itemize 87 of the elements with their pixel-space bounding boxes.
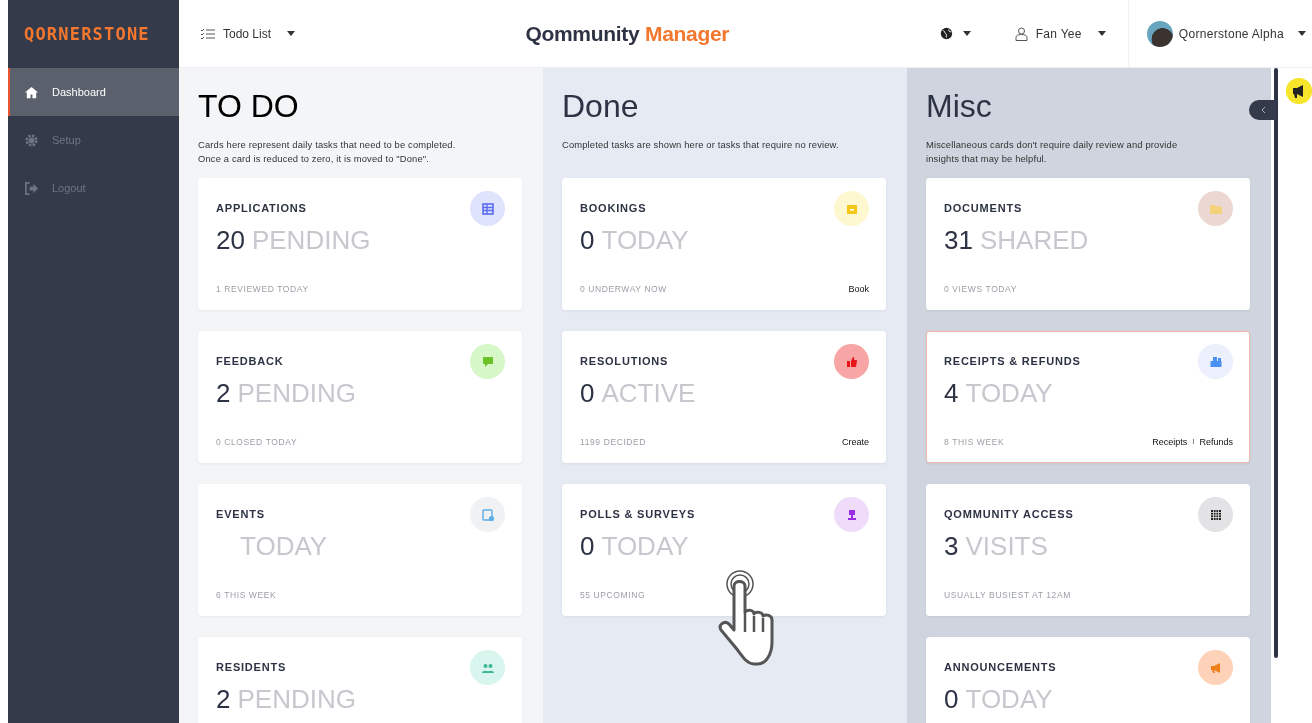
card-title: ANNOUNCEMENTS xyxy=(944,661,1057,673)
card-footer: 55 UPCOMING xyxy=(580,590,646,600)
summary-card[interactable]: ANNOUNCEMENTS 0 TODAY xyxy=(926,637,1250,723)
card-unit: SHARED xyxy=(979,225,1089,256)
card-count: 0 xyxy=(580,378,595,409)
card-title: RECEIPTS & REFUNDS xyxy=(944,355,1081,367)
card-footer: 8 THIS WEEK xyxy=(944,437,1005,447)
column-title: TO DO xyxy=(198,88,300,124)
card-link[interactable]: Create xyxy=(842,437,869,447)
card-count: 2 xyxy=(216,684,231,715)
card-unit: TODAY xyxy=(601,225,689,256)
card-unit: TODAY xyxy=(601,531,689,562)
card-count: 0 xyxy=(944,684,959,715)
globe-icon xyxy=(939,27,953,40)
sidebar-item-label: Logout xyxy=(52,182,86,194)
summary-card[interactable]: APPLICATIONS 20 PENDING 1 REVIEWED TODAY xyxy=(198,178,522,310)
card-count: 2 xyxy=(216,378,231,409)
card-unit: PENDING xyxy=(237,378,356,409)
column-description: Cards here represent daily tasks that need to be completed. Once a card is reduced to zero, it is moved to "Done". xyxy=(198,138,457,166)
chevron-left-icon xyxy=(1260,106,1266,114)
scrollbar[interactable] xyxy=(1274,68,1278,658)
user-icon xyxy=(1014,26,1028,41)
view-selector[interactable]: Todo List xyxy=(197,22,315,45)
card-footer: 6 THIS WEEK xyxy=(216,590,277,600)
card-count: 4 xyxy=(944,378,959,409)
sidebar-item-label: Dashboard xyxy=(52,86,106,98)
sidebar-item[interactable]: Dashboard xyxy=(8,68,179,116)
card-title: EVENTS xyxy=(216,508,265,520)
card-count: 20 xyxy=(216,225,245,256)
card-title: DOCUMENTS xyxy=(944,202,1023,214)
card-unit: TODAY xyxy=(240,531,328,562)
card-footer: 0 UNDERWAY NOW xyxy=(580,284,667,294)
summary-card[interactable]: RESOLUTIONS 0 ACTIVE 1199 DECIDED Create xyxy=(562,331,886,463)
card-unit: ACTIVE xyxy=(601,378,696,409)
card-count: 0 xyxy=(580,531,595,562)
card-footer: 0 VIEWS TODAY xyxy=(944,284,1017,294)
logout-icon xyxy=(24,180,39,196)
card-link[interactable]: Refunds xyxy=(1199,437,1233,447)
card-title: APPLICATIONS xyxy=(216,202,307,214)
megaphone-icon[interactable] xyxy=(1286,78,1312,104)
card-count: 0 xyxy=(580,225,595,256)
user-menu[interactable]: Fan Yee xyxy=(1014,26,1106,41)
card-title: POLLS & SURVEYS xyxy=(580,508,696,520)
avatar xyxy=(1146,20,1173,47)
card-unit: TODAY xyxy=(965,684,1053,715)
column-description: Completed tasks are shown here or tasks that require no review. xyxy=(562,138,840,152)
home-icon xyxy=(24,84,39,100)
card-title: RESOLUTIONS xyxy=(580,355,669,367)
summary-card[interactable]: POLLS & SURVEYS 0 TODAY 55 UPCOMING xyxy=(562,484,886,616)
summary-card[interactable]: QOMMUNITY ACCESS 3 VISITS USUALLY BUSIEST AT 12AM xyxy=(926,484,1250,616)
link-separator: I xyxy=(1191,437,1196,447)
collapse-button[interactable] xyxy=(1249,100,1277,120)
caret-icon xyxy=(962,31,971,36)
column-title: Misc xyxy=(926,88,993,124)
card-footer: 0 CLOSED TODAY xyxy=(216,437,298,447)
card-footer: USUALLY BUSIEST AT 12AM xyxy=(944,590,1071,600)
column-title: Done xyxy=(562,88,640,124)
summary-card[interactable]: RECEIPTS & REFUNDS 4 TODAY 8 THIS WEEK Receipts I Refunds xyxy=(926,331,1250,463)
app-title: Qommunity Manager xyxy=(524,21,731,46)
app-logo[interactable]: QORNERSTONE xyxy=(8,0,179,68)
caret-icon xyxy=(1097,31,1106,36)
summary-card[interactable]: EVENTS TODAY 6 THIS WEEK xyxy=(198,484,522,616)
card-unit: TODAY xyxy=(965,378,1053,409)
card-title: BOOKINGS xyxy=(580,202,647,214)
card-link[interactable]: Book xyxy=(848,284,869,294)
card-footer: 1 REVIEWED TODAY xyxy=(216,284,309,294)
language-selector[interactable] xyxy=(939,27,971,40)
card-link[interactable]: Receipts xyxy=(1152,437,1188,447)
caret-icon xyxy=(1298,31,1306,36)
caret-icon xyxy=(287,31,296,36)
card-title: QOMMUNITY ACCESS xyxy=(944,508,1074,520)
summary-card[interactable]: DOCUMENTS 31 SHARED 0 VIEWS TODAY xyxy=(926,178,1250,310)
card-title: FEEDBACK xyxy=(216,355,284,367)
card-count: 31 xyxy=(944,225,973,256)
settings-icon xyxy=(24,132,39,148)
card-unit: VISITS xyxy=(965,531,1048,562)
checklist-icon xyxy=(201,27,215,40)
card-title: RESIDENTS xyxy=(216,661,287,673)
summary-card[interactable]: RESIDENTS 2 PENDING xyxy=(198,637,522,723)
summary-card[interactable]: BOOKINGS 0 TODAY 0 UNDERWAY NOW Book xyxy=(562,178,886,310)
card-count: 3 xyxy=(944,531,959,562)
card-footer: 1199 DECIDED xyxy=(580,437,647,447)
column-description: Miscellaneous cards don't require daily review and provide insights that may be helpful. xyxy=(926,138,1179,166)
card-unit: PENDING xyxy=(251,225,371,256)
summary-card[interactable]: FEEDBACK 2 PENDING 0 CLOSED TODAY xyxy=(198,331,522,463)
card-unit: PENDING xyxy=(237,684,356,715)
organization-menu[interactable]: Qornerstone Alpha xyxy=(1127,0,1312,68)
